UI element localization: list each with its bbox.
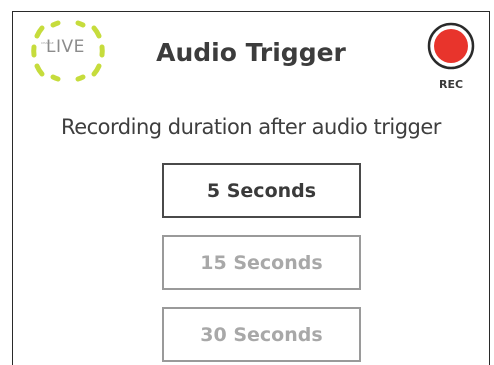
record-button[interactable]: REC (425, 18, 477, 98)
record-icon (427, 22, 475, 70)
app-screen: CHARGE LIVE Audio Trigger REC Recording … (12, 11, 490, 365)
option-30-seconds[interactable]: 30 Seconds (162, 307, 361, 362)
rec-label: REC (438, 78, 464, 91)
option-15-seconds[interactable]: 15 Seconds (162, 235, 361, 290)
recording-duration-label: Recording duration after audio trigger (61, 115, 441, 139)
page-title: Audio Trigger (156, 38, 346, 67)
option-5-seconds[interactable]: 5 Seconds (162, 163, 361, 218)
